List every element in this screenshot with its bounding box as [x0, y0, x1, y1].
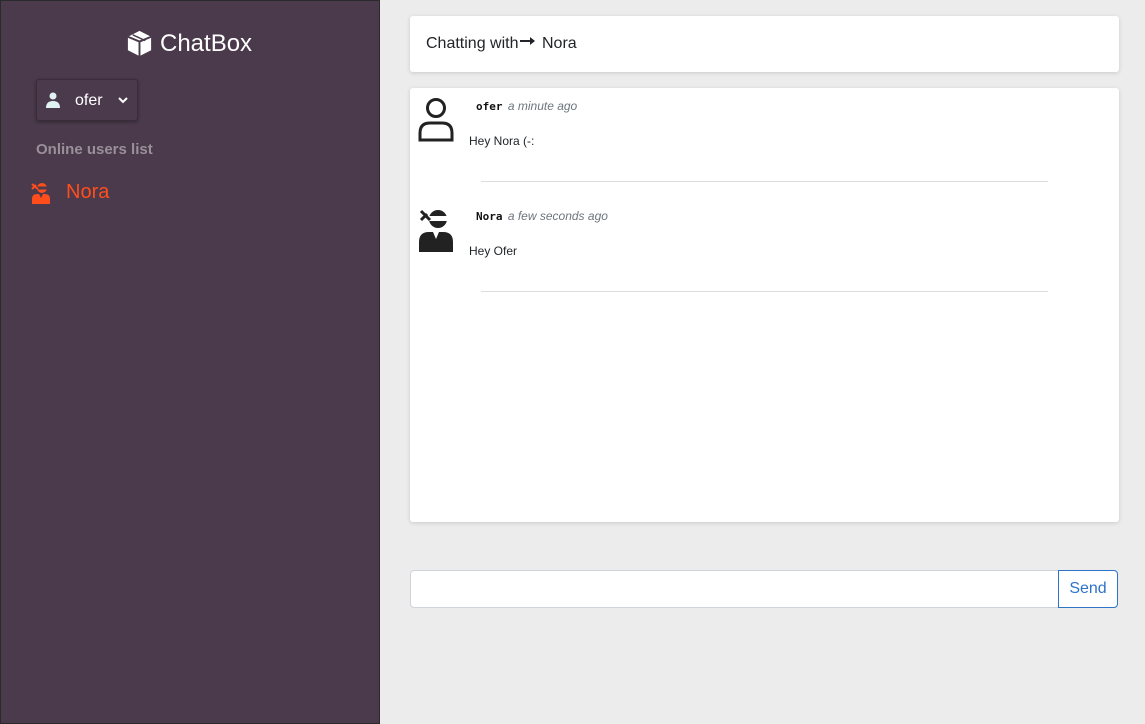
user-icon [46, 92, 60, 108]
chatting-with-label: Chatting with [426, 35, 519, 52]
current-user-name: ofer [75, 92, 103, 109]
chat-header: Chatting with Nora [410, 16, 1119, 72]
app-title: ChatBox [160, 29, 253, 57]
messages-panel[interactable]: ofer a minute ago Hey Nora (-: Nora a fe… [410, 88, 1119, 522]
user-outline-icon [418, 98, 454, 142]
message-divider [481, 181, 1048, 182]
logo: ChatBox [125, 29, 252, 58]
chat-partner-name: Nora [542, 35, 577, 52]
message-composer: Send [410, 570, 1118, 608]
message-author: Nora [476, 210, 503, 223]
user-dropdown[interactable]: ofer [36, 79, 138, 121]
message-text: Hey Nora (-: [469, 134, 535, 148]
arrow-right-icon [520, 37, 535, 45]
ninja-icon [31, 182, 50, 204]
chevron-down-icon [118, 97, 128, 104]
online-user-label: Nora [66, 181, 110, 203]
message-meta: ofer a minute ago [476, 99, 577, 113]
message-item: ofer a minute ago Hey Nora (-: [410, 88, 1119, 198]
ninja-icon [419, 209, 453, 252]
message-meta: Nora a few seconds ago [476, 209, 608, 223]
message-input[interactable] [410, 570, 1059, 608]
send-button[interactable]: Send [1058, 570, 1118, 608]
message-divider [481, 291, 1048, 292]
online-users-title: Online users list [36, 141, 153, 158]
message-item: Nora a few seconds ago Hey Ofer [410, 198, 1119, 308]
message-time: a few seconds ago [507, 209, 608, 223]
message-time: a minute ago [507, 99, 578, 113]
cube-icon [127, 30, 152, 57]
sidebar: ChatBox ofer Online users list Nora [0, 0, 380, 724]
message-text: Hey Ofer [469, 244, 518, 258]
message-author: ofer [476, 100, 503, 113]
online-user-nora[interactable]: Nora [31, 181, 109, 204]
